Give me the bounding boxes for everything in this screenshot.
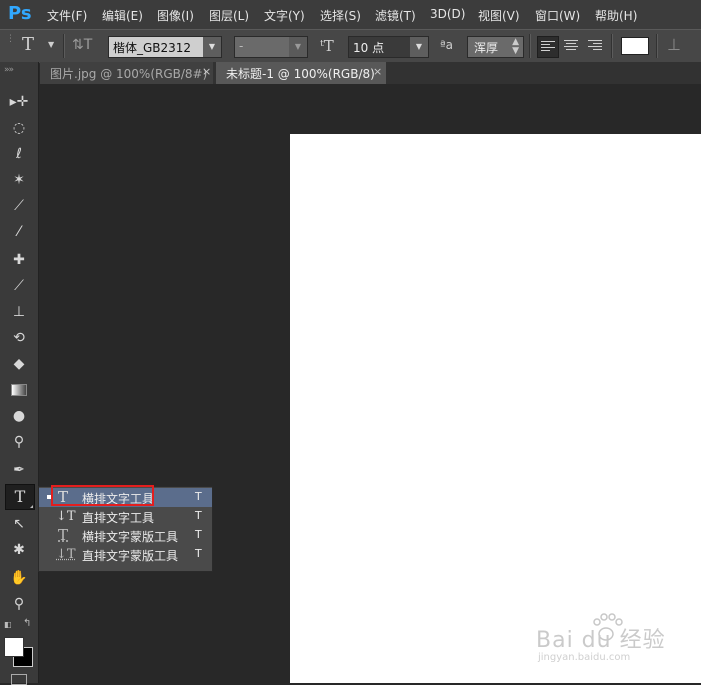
menu-item-vertical-type-mask[interactable]: ↓T 直排文字蒙版工具 T bbox=[39, 545, 212, 564]
updown-icon: ▲ ▼ bbox=[512, 37, 519, 56]
tab-image-jpg[interactable]: 图片.jpg @ 100%(RGB/8#) × bbox=[40, 62, 213, 84]
options-bar: ⋮ T ▼ ⇅T 楷体_GB2312 ▼ - ▼ ᵗT 10 点 ▼ ªa 浑厚… bbox=[0, 29, 701, 64]
history-brush-tool-icon[interactable]: ⟲ bbox=[5, 326, 33, 350]
photoshop-logo: Ps bbox=[8, 3, 32, 24]
annotation-highlight-box bbox=[51, 485, 154, 506]
divider bbox=[611, 34, 613, 58]
quick-mask-icon[interactable] bbox=[11, 674, 27, 685]
zoom-tool-icon[interactable]: ⚲ bbox=[5, 592, 33, 616]
menu-file[interactable]: 文件(F) bbox=[47, 7, 87, 24]
align-center-icon bbox=[564, 40, 578, 52]
collapse-grip-icon[interactable]: »» bbox=[4, 65, 14, 75]
clone-stamp-tool-icon[interactable]: ⊥ bbox=[5, 300, 33, 324]
font-style-value: - bbox=[239, 39, 244, 53]
eyedropper-tool-icon[interactable]: ⁄ bbox=[5, 220, 33, 244]
align-left-button[interactable] bbox=[537, 36, 559, 58]
chevron-down-icon: ▼ bbox=[410, 37, 428, 57]
antialias-icon: ªa bbox=[440, 38, 454, 52]
shortcut-key: T bbox=[195, 547, 202, 560]
font-size-select[interactable]: 10 点 ▼ bbox=[348, 36, 429, 58]
hand-tool-icon[interactable]: ✋ bbox=[5, 566, 33, 590]
align-right-icon bbox=[588, 40, 602, 52]
lasso-tool-icon[interactable]: ℓ bbox=[5, 142, 33, 166]
font-family-select[interactable]: 楷体_GB2312 ▼ bbox=[108, 36, 222, 58]
divider bbox=[656, 34, 658, 58]
chevron-down-icon: ▼ bbox=[289, 37, 307, 57]
font-size-value: 10 点 bbox=[353, 41, 385, 55]
divider bbox=[529, 34, 531, 58]
menu-item-vertical-type[interactable]: ↓T 直排文字工具 T bbox=[39, 507, 212, 526]
watermark-brand: Bai du 经验 bbox=[536, 628, 666, 653]
vertical-type-mask-icon: ↓T bbox=[56, 547, 76, 562]
type-tool-icon[interactable]: T bbox=[5, 484, 35, 510]
menu-filter[interactable]: 滤镜(T) bbox=[375, 7, 416, 24]
antialias-select[interactable]: 浑厚 ▲ ▼ bbox=[467, 36, 524, 58]
default-colors-icon[interactable]: ◧ bbox=[4, 620, 12, 629]
menu-bar: Ps 文件(F) 编辑(E) 图像(I) 图层(L) 文字(Y) 选择(S) 滤… bbox=[0, 0, 701, 29]
menu-layer[interactable]: 图层(L) bbox=[209, 7, 249, 24]
menu-view[interactable]: 视图(V) bbox=[478, 7, 520, 24]
type-tool-preset-icon[interactable]: T bbox=[22, 34, 34, 55]
tab-label: 未标题-1 @ 100%(RGB/8) bbox=[226, 67, 375, 81]
tab-label: 图片.jpg @ 100%(RGB/8#) bbox=[50, 67, 208, 81]
font-size-icon: ᵗT bbox=[320, 37, 334, 55]
tab-untitled-1[interactable]: 未标题-1 @ 100%(RGB/8) × bbox=[216, 62, 386, 84]
gradient-tool-icon[interactable] bbox=[5, 378, 33, 402]
menu-image[interactable]: 图像(I) bbox=[157, 7, 194, 24]
close-icon[interactable]: × bbox=[202, 65, 211, 78]
pen-tool-icon[interactable]: ✒ bbox=[5, 458, 33, 482]
warp-text-icon[interactable]: ⊥ bbox=[667, 35, 681, 54]
healing-brush-tool-icon[interactable]: ✚ bbox=[5, 248, 33, 272]
move-tool-icon[interactable]: ▸✛ bbox=[5, 90, 33, 114]
menu-3d[interactable]: 3D(D) bbox=[430, 7, 465, 21]
magic-wand-tool-icon[interactable]: ✶ bbox=[5, 168, 33, 192]
chevron-down-icon: ▼ bbox=[203, 37, 221, 57]
antialias-value: 浑厚 bbox=[474, 41, 499, 55]
menu-item-label: 直排文字工具 bbox=[82, 511, 155, 525]
shortcut-key: T bbox=[195, 528, 202, 541]
menu-item-horizontal-type-mask[interactable]: T 横排文字蒙版工具 T bbox=[39, 526, 212, 545]
align-right-button[interactable] bbox=[585, 36, 605, 56]
toggle-orientation-icon[interactable]: ⇅T bbox=[72, 37, 92, 53]
grip-icon: ⋮ bbox=[6, 34, 15, 44]
align-left-icon bbox=[541, 41, 555, 53]
marquee-tool-icon[interactable]: ◌ bbox=[5, 116, 33, 140]
brush-tool-icon[interactable]: ⟋ bbox=[5, 274, 33, 298]
foreground-color-swatch[interactable] bbox=[4, 637, 24, 657]
menu-edit[interactable]: 编辑(E) bbox=[102, 7, 143, 24]
close-icon[interactable]: × bbox=[373, 65, 382, 78]
menu-item-label: 直排文字蒙版工具 bbox=[82, 549, 179, 563]
tools-panel: »» ▸✛ ◌ ℓ ✶ ⟋ ⁄ ✚ ⟋ ⊥ ⟲ ◆ ● ⚲ ✒ T ↖ ✱ ✋ … bbox=[0, 62, 39, 685]
vertical-type-icon: ↓T bbox=[56, 509, 76, 524]
document-tabs: 图片.jpg @ 100%(RGB/8#) × 未标题-1 @ 100%(RGB… bbox=[40, 62, 701, 84]
chevron-down-icon[interactable]: ▼ bbox=[48, 40, 54, 49]
baidu-jingyan-watermark: Bai du 经验 jingyan.baidu.com bbox=[536, 612, 666, 672]
document-canvas[interactable] bbox=[290, 134, 701, 683]
shortcut-key: T bbox=[195, 509, 202, 522]
swap-colors-icon[interactable]: ↰ bbox=[23, 618, 31, 629]
menu-help[interactable]: 帮助(H) bbox=[595, 7, 637, 24]
menu-type[interactable]: 文字(Y) bbox=[264, 7, 305, 24]
horizontal-type-mask-icon: T bbox=[58, 526, 69, 544]
font-style-select[interactable]: - ▼ bbox=[234, 36, 308, 58]
shape-tool-icon[interactable]: ✱ bbox=[5, 538, 33, 562]
divider bbox=[63, 34, 65, 58]
shortcut-key: T bbox=[195, 490, 202, 503]
path-selection-tool-icon[interactable]: ↖ bbox=[5, 512, 33, 536]
font-family-value: 楷体_GB2312 bbox=[113, 41, 192, 55]
dodge-tool-icon[interactable]: ⚲ bbox=[5, 430, 33, 454]
menu-window[interactable]: 窗口(W) bbox=[535, 7, 580, 24]
eraser-tool-icon[interactable]: ◆ bbox=[5, 352, 33, 376]
menu-select[interactable]: 选择(S) bbox=[320, 7, 361, 24]
crop-tool-icon[interactable]: ⟋ bbox=[5, 194, 33, 218]
align-center-button[interactable] bbox=[561, 36, 581, 56]
blur-tool-icon[interactable]: ● bbox=[5, 404, 33, 428]
watermark-url: jingyan.baidu.com bbox=[538, 652, 631, 663]
text-color-swatch[interactable] bbox=[621, 37, 649, 55]
menu-item-label: 横排文字蒙版工具 bbox=[82, 530, 179, 544]
